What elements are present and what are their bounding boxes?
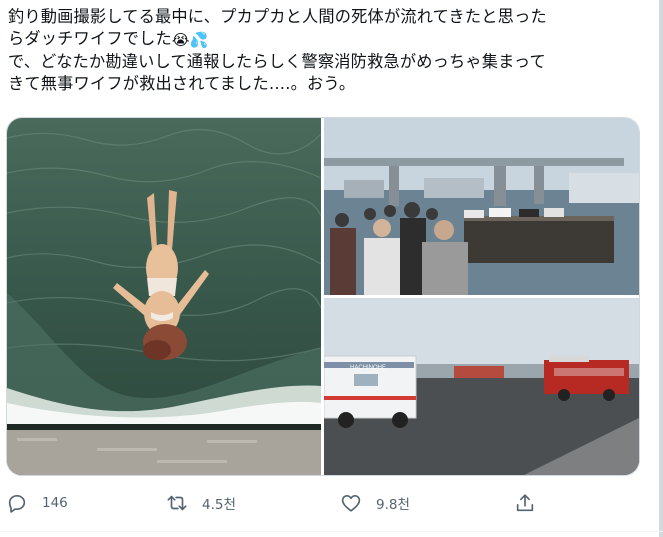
like-button[interactable]: 9.8천 xyxy=(338,485,410,521)
loudly-crying-face-emoji: 😭 xyxy=(171,31,190,49)
tweet-text: 釣り動画撮影してる最中に、プカプカと人間の死体が流れてきたと思った らダッチワイ… xyxy=(8,6,653,95)
retweet-icon xyxy=(164,490,190,516)
like-icon xyxy=(338,490,364,516)
tweet-actions: 146 4.5천 9.8천 xyxy=(0,485,663,521)
photo-crowd-on-pier[interactable] xyxy=(324,118,639,295)
divider xyxy=(0,531,663,532)
tweet-line-3: で、どなたか勘違いして通報したらしく警察消防救急がめっちゃ集まって xyxy=(8,52,546,71)
reply-icon xyxy=(4,490,30,516)
media-grid: HACHINOHE xyxy=(6,117,640,476)
photo-doll-in-water[interactable] xyxy=(7,118,321,475)
retweet-button[interactable]: 4.5천 xyxy=(164,485,236,521)
reply-count: 146 xyxy=(42,495,68,511)
reply-button[interactable]: 146 xyxy=(4,485,68,521)
sweat-droplets-emoji: 💦 xyxy=(189,31,209,49)
ambulance-label: HACHINOHE xyxy=(350,365,386,371)
tweet-line-4: きて無事ワイフが救出されてました….。おう。 xyxy=(8,74,356,93)
tweet-line-1: 釣り動画撮影してる最中に、プカプカと人間の死体が流れてきたと思った xyxy=(8,7,547,26)
tweet-card: 釣り動画撮影してる最中に、プカプカと人間の死体が流れてきたと思った らダッチワイ… xyxy=(0,0,663,537)
retweet-count: 4.5천 xyxy=(202,497,236,513)
share-button[interactable] xyxy=(512,485,538,521)
share-icon xyxy=(512,490,538,516)
tweet-line-2: らダッチワイフでした xyxy=(8,29,172,48)
scrollbar-edge xyxy=(659,0,663,537)
photo-emergency-vehicles[interactable]: HACHINOHE xyxy=(324,298,639,475)
like-count: 9.8천 xyxy=(376,497,410,513)
